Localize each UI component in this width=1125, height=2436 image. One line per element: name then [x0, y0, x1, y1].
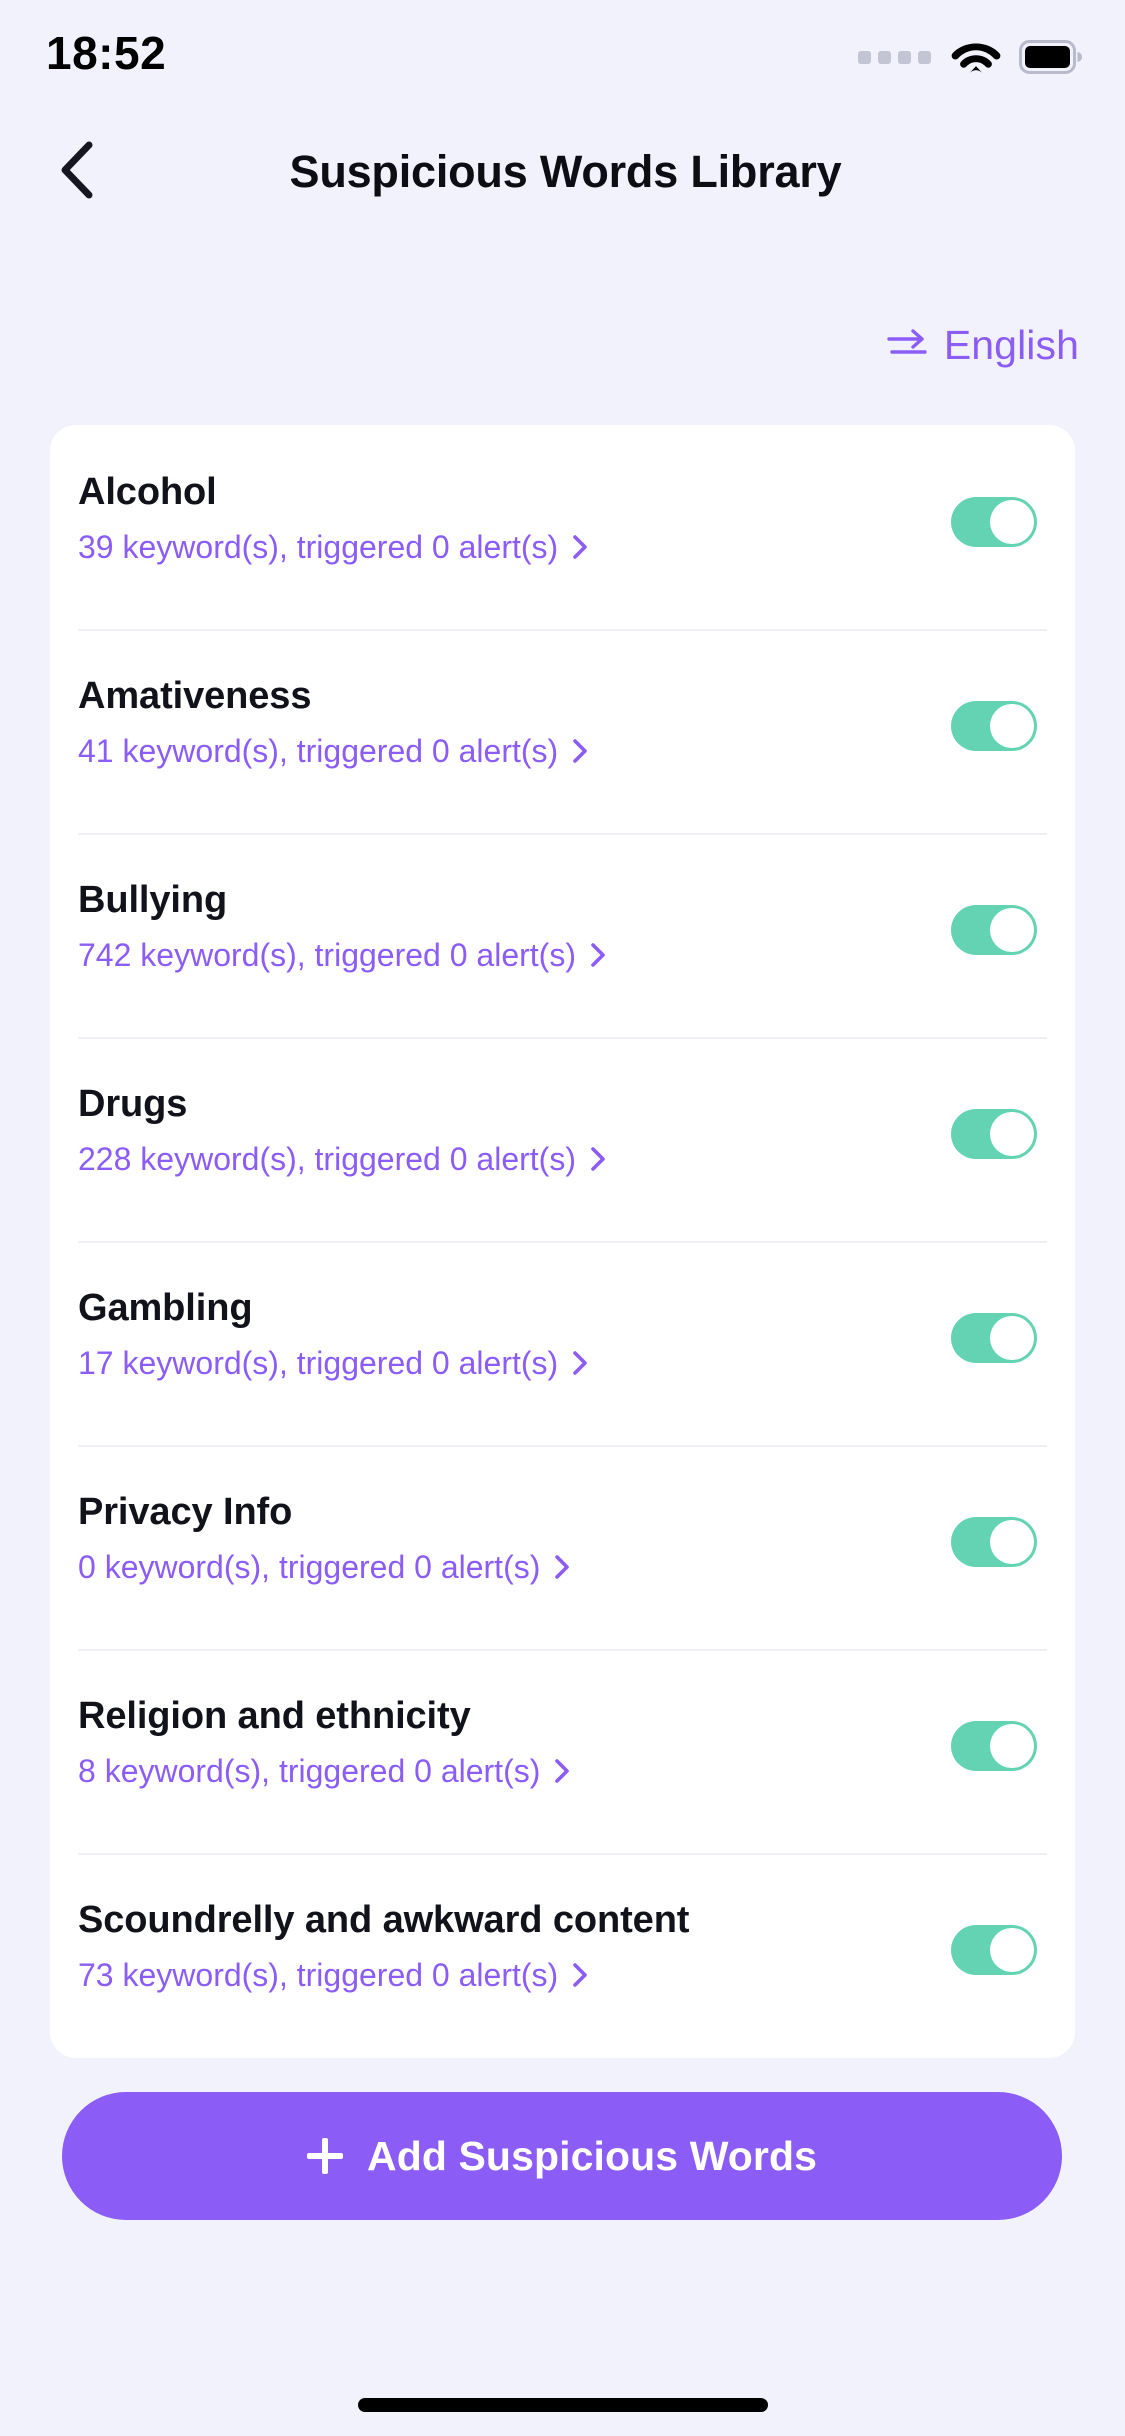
list-item-toggle[interactable] — [951, 1925, 1037, 1975]
suspicious-words-card: Alcohol 39 keyword(s), triggered 0 alert(… — [50, 425, 1075, 2058]
list-item[interactable]: Gambling 17 keyword(s), triggered 0 alert… — [50, 1241, 1075, 1445]
list-item-title: Gambling — [78, 1287, 253, 1329]
list-item[interactable]: Drugs 228 keyword(s), triggered 0 alert(s… — [50, 1037, 1075, 1241]
list-item-title: Alcohol — [78, 471, 217, 513]
list-item-subtitle-row[interactable]: 73 keyword(s), triggered 0 alert(s) — [78, 1955, 925, 1995]
toggle-knob — [990, 1724, 1034, 1768]
list-item-toggle[interactable] — [951, 905, 1037, 955]
list-item-subtitle: 39 keyword(s), triggered 0 alert(s) — [78, 529, 559, 565]
add-suspicious-words-button[interactable]: Add Suspicious Words — [62, 2092, 1062, 2220]
toggle-knob — [990, 1112, 1034, 1156]
list-item-text: Drugs 228 keyword(s), triggered 0 alert(s… — [78, 1081, 925, 1179]
chevron-right-icon — [572, 1962, 588, 1988]
list-item-text: Scoundrelly and awkward content 73 keywor… — [78, 1897, 925, 1995]
list-item-subtitle-row[interactable]: 17 keyword(s), triggered 0 alert(s) — [78, 1343, 925, 1383]
list-item-subtitle-row[interactable]: 41 keyword(s), triggered 0 alert(s) — [78, 731, 925, 771]
nav-header: Suspicious Words Library — [0, 120, 1125, 230]
list-item-subtitle: 742 keyword(s), triggered 0 alert(s) — [78, 937, 576, 973]
signal-dots-icon — [858, 50, 931, 64]
language-switcher[interactable]: English — [880, 310, 1085, 380]
chevron-right-icon — [590, 1146, 606, 1172]
list-item-title: Privacy Info — [78, 1491, 293, 1533]
list-item-title: Scoundrelly and awkward content — [78, 1899, 690, 1941]
list-item-subtitle-row[interactable]: 0 keyword(s), triggered 0 alert(s) — [78, 1547, 925, 1587]
home-indicator — [357, 2398, 768, 2412]
list-item-toggle[interactable] — [951, 497, 1037, 547]
wifi-icon — [951, 38, 1001, 76]
plus-icon — [307, 2138, 343, 2174]
list-item-subtitle-row[interactable]: 228 keyword(s), triggered 0 alert(s) — [78, 1139, 925, 1179]
list-item-text: Alcohol 39 keyword(s), triggered 0 alert(… — [78, 469, 925, 567]
chevron-right-icon — [572, 1350, 588, 1376]
list-item-title: Amativeness — [78, 675, 312, 717]
list-item-subtitle: 228 keyword(s), triggered 0 alert(s) — [78, 1141, 576, 1177]
list-item[interactable]: Bullying 742 keyword(s), triggered 0 aler… — [50, 833, 1075, 1037]
chevron-right-icon — [572, 738, 588, 764]
list-item-title: Drugs — [78, 1083, 188, 1125]
list-item-toggle[interactable] — [951, 1517, 1037, 1567]
list-item-subtitle-row[interactable]: 8 keyword(s), triggered 0 alert(s) — [78, 1751, 925, 1791]
list-item-toggle[interactable] — [951, 1721, 1037, 1771]
chevron-left-icon — [59, 141, 93, 204]
list-item-subtitle: 17 keyword(s), triggered 0 alert(s) — [78, 1345, 559, 1381]
suspicious-words-list: Alcohol 39 keyword(s), triggered 0 alert(… — [50, 425, 1075, 2057]
list-item[interactable]: Privacy Info 0 keyword(s), triggered 0 al… — [50, 1445, 1075, 1649]
chevron-right-icon — [572, 534, 588, 560]
battery-icon — [1019, 40, 1083, 74]
page-title: Suspicious Words Library — [289, 146, 842, 197]
list-item[interactable]: Scoundrelly and awkward content 73 keywor… — [50, 1853, 1075, 2057]
toggle-knob — [990, 908, 1034, 952]
chevron-right-icon — [590, 942, 606, 968]
list-item-title: Bullying — [78, 879, 228, 921]
toggle-knob — [990, 1316, 1034, 1360]
swap-horizontal-icon — [886, 328, 928, 362]
list-item[interactable]: Alcohol 39 keyword(s), triggered 0 alert(… — [50, 425, 1075, 629]
list-item[interactable]: Religion and ethnicity 8 keyword(s), trig… — [50, 1649, 1075, 1853]
list-item-text: Bullying 742 keyword(s), triggered 0 aler… — [78, 877, 925, 975]
back-button[interactable] — [34, 130, 118, 214]
list-item-text: Gambling 17 keyword(s), triggered 0 alert… — [78, 1285, 925, 1383]
chevron-right-icon — [554, 1554, 570, 1580]
list-item-toggle[interactable] — [951, 1313, 1037, 1363]
toggle-knob — [990, 1520, 1034, 1564]
list-item-title: Religion and ethnicity — [78, 1695, 471, 1737]
list-item-subtitle-row[interactable]: 39 keyword(s), triggered 0 alert(s) — [78, 527, 925, 567]
add-suspicious-words-label: Add Suspicious Words — [367, 2132, 817, 2179]
list-item-text: Privacy Info 0 keyword(s), triggered 0 al… — [78, 1489, 925, 1587]
list-item-subtitle: 0 keyword(s), triggered 0 alert(s) — [78, 1549, 541, 1585]
list-item-toggle[interactable] — [951, 1109, 1037, 1159]
toggle-knob — [990, 500, 1034, 544]
list-item-subtitle: 73 keyword(s), triggered 0 alert(s) — [78, 1957, 559, 1993]
chevron-right-icon — [554, 1758, 570, 1784]
list-item-toggle[interactable] — [951, 701, 1037, 751]
list-item-subtitle: 41 keyword(s), triggered 0 alert(s) — [78, 733, 559, 769]
language-label: English — [943, 321, 1079, 368]
toggle-knob — [990, 704, 1034, 748]
list-item-subtitle: 8 keyword(s), triggered 0 alert(s) — [78, 1753, 541, 1789]
list-item-subtitle-row[interactable]: 742 keyword(s), triggered 0 alert(s) — [78, 935, 925, 975]
list-item[interactable]: Amativeness 41 keyword(s), triggered 0 al… — [50, 629, 1075, 833]
status-bar-time: 18:52 — [46, 27, 167, 79]
status-bar-indicators — [858, 38, 1083, 76]
list-item-text: Religion and ethnicity 8 keyword(s), trig… — [78, 1693, 925, 1791]
list-item-text: Amativeness 41 keyword(s), triggered 0 al… — [78, 673, 925, 771]
status-bar: 18:52 — [0, 0, 1125, 120]
toggle-knob — [990, 1928, 1034, 1972]
